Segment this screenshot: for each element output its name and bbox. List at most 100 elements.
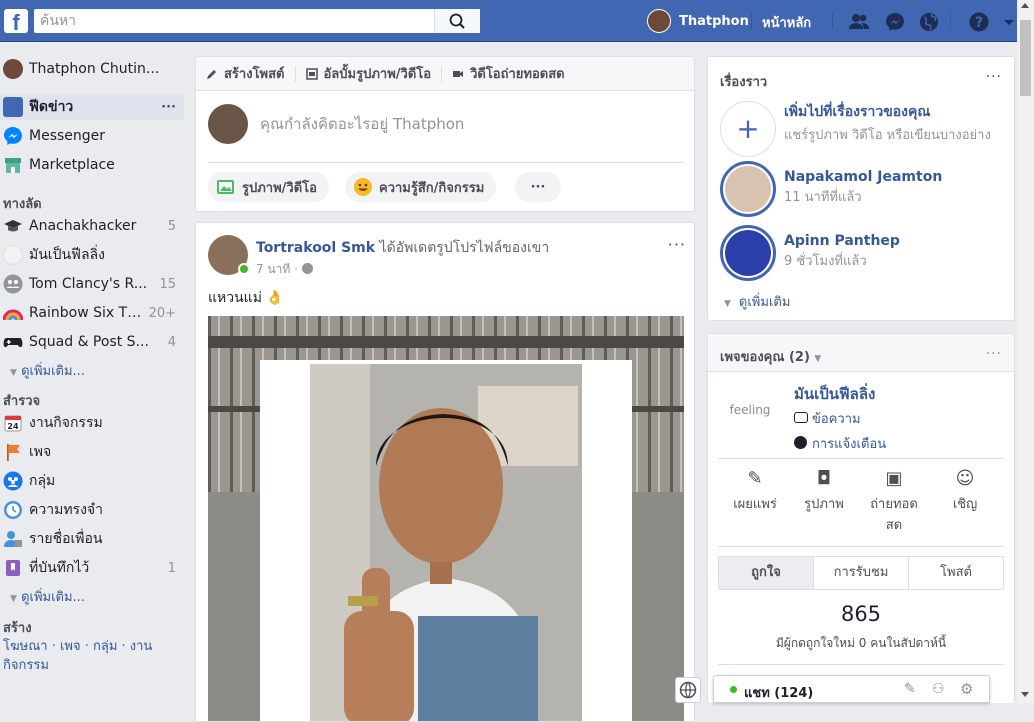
top-navigation-bar: f Thatphon หน้าหลัก ? [0,0,1034,42]
photo-icon [217,180,234,194]
facebook-logo-icon[interactable]: f [4,9,28,33]
sidebar-item-shortcut[interactable]: Tom Clancy's R... 15 [0,271,184,297]
avatar [3,59,23,79]
feeling-activity-button[interactable]: ความรู้สึก/กิจกรรม [345,172,497,202]
sidebar-item-label: มันเป็นฟีลลิ่ง [29,247,105,263]
messenger-icon [4,127,22,145]
sidebar-item-saved[interactable]: ที่บันทึกไว้ 1 [0,555,184,581]
invite-button[interactable]: ☺ เชิญ [930,468,1000,514]
scrollbar-thumb[interactable] [1020,20,1031,96]
tab-photo-album[interactable]: อัลบั้มรูปภาพ/วิดีโอ [296,57,442,91]
publish-button[interactable]: ✎ เผยแพร่ [720,468,790,514]
create-links[interactable]: โฆษณา · เพจ · กลุ่ม · งาน กิจกรรม [3,637,183,675]
account-menu-icon[interactable] [1002,11,1016,33]
composer-input[interactable]: คุณกำลังคิดอะไรอยู่ Thatphon [208,103,684,145]
tab-views[interactable]: การรับชม [813,557,908,589]
see-more-shortcuts-link[interactable]: ▼ ดูเพิ่มเติม... [10,360,85,381]
action-label: เชิญ [952,497,978,512]
chevron-down-icon: ▼ [10,368,17,378]
button-label: ความรู้สึก/กิจกรรม [379,180,485,196]
page-logo[interactable]: feeling [720,386,780,434]
more-dots: ··· [530,179,546,195]
create-links-line[interactable]: โฆษณา · เพจ · กลุ่ม · งาน [3,637,183,656]
home-link[interactable]: หน้าหลัก [762,12,811,33]
group-chat-icon[interactable]: ⚇ [932,681,945,697]
add-story-title: เพิ่มไปที่เรื่องราวของคุณ [784,104,931,120]
plus-icon: + [736,112,760,145]
composer-placeholder[interactable]: คุณกำลังคิดอะไรอยู่ Thatphon [260,112,464,136]
notifications-globe-icon[interactable] [918,11,940,33]
page-logo-icon [3,245,23,265]
explore-heading: สำรวจ [3,394,41,409]
post-photo[interactable] [208,316,684,721]
search-input[interactable] [34,9,434,33]
search-box [34,9,480,33]
tab-live-video[interactable]: วิดีโอถ่ายทอดสด [442,57,575,91]
scroll-up-arrow[interactable] [1021,3,1029,8]
page-name-link[interactable]: มันเป็นฟีลลิ่ง [794,382,875,406]
messenger-icon[interactable] [884,11,906,33]
stories-options-button[interactable]: ··· [986,69,1002,85]
search-button[interactable] [434,9,480,33]
post-timestamp[interactable]: 7 นาที · [256,260,313,279]
live-video-icon: ▣ [885,468,903,489]
page-messages-link[interactable]: ข้อความ [794,408,861,429]
sidebar-item-label: ความทรงจำ [29,502,103,518]
live-button[interactable]: ▣ ถ่ายทอด สด [858,468,930,535]
sidebar-item-marketplace[interactable]: Marketplace [0,152,184,178]
badge-count: 15 [159,276,176,292]
profile-link[interactable]: Thatphon [647,9,749,33]
gear-icon[interactable]: ⚙ [960,680,973,698]
divider [832,13,833,29]
see-more-stories-link[interactable]: ▼ ดูเพิ่มเติม [724,291,790,312]
post-author-link[interactable]: Tortrakool Smk [256,240,375,256]
pages-options-button[interactable]: ··· [986,346,1002,362]
edit-icon: ✎ [747,468,763,489]
post-header: Tortrakool Smk ได้อัพเดตรูปโปรไฟล์ของเขา [256,237,549,259]
tab-likes[interactable]: ถูกใจ [719,557,813,589]
online-status-dot [730,686,737,693]
sidebar-item-messenger[interactable]: Messenger [0,123,184,149]
sidebar-item-shortcut[interactable]: Rainbow Six Th... 20+ [0,300,184,326]
sidebar-item-shortcut[interactable]: มันเป็นฟีลลิ่ง [0,242,184,268]
marketplace-icon [5,158,21,173]
story-item[interactable]: Apinn Panthep 9 ชั่วโมงที่แล้ว [720,225,994,281]
language-button[interactable] [675,677,701,703]
sidebar-item-events[interactable]: 24 งานกิจกรรม [0,410,184,436]
album-icon [305,67,318,80]
sidebar-item-label: รายชื่อเพื่อน [29,531,103,547]
page-scrollbar[interactable] [1017,0,1034,703]
see-more-label: ดูเพิ่มเติม [738,295,791,310]
sidebar-item-shortcut[interactable]: Squad & Post S... 4 [0,329,184,355]
pages-heading[interactable]: เพจของคุณ (2) ▼ [720,346,821,367]
stories-heading: เรื่องราว [720,75,768,90]
sidebar-item-shortcut[interactable]: Anachakhacker 5 [0,213,184,239]
story-item[interactable]: Napakamol Jeamton 11 นาทีที่แล้ว [720,161,994,217]
chat-bar[interactable]: แชท (124) ✎ ⚇ ⚙ [713,675,990,703]
more-options-button[interactable]: ··· [161,100,176,115]
sidebar-item-groups[interactable]: กลุ่ม [0,468,184,494]
more-options-button[interactable]: ··· [515,172,561,202]
help-icon[interactable]: ? [968,11,990,33]
compose-icon[interactable]: ✎ [904,681,916,697]
photo-button[interactable]: ◘ รูปภาพ [789,468,859,514]
avatar [725,230,771,276]
create-links-line[interactable]: กิจกรรม [3,656,183,675]
graduation-cap-icon [4,220,22,232]
sidebar-item-profile[interactable]: Thatphon Chutin... [0,56,184,82]
friend-requests-icon[interactable] [848,11,870,33]
sidebar-item-news-feed[interactable]: ฟีดข่าว ··· [0,94,184,120]
see-more-explore-link[interactable]: ▼ ดูเพิ่มเติม... [10,586,85,607]
feed-post: Tortrakool Smk ได้อัพเดตรูปโปรไฟล์ของเขา… [195,222,695,722]
page-notifications-link[interactable]: การแจ้งเตือน [794,433,886,454]
scroll-down-arrow[interactable] [1021,692,1029,697]
divider [950,13,951,29]
sidebar-item-pages[interactable]: เพจ [0,439,184,465]
tab-posts[interactable]: โพสต์ [908,557,1003,589]
photo-video-button[interactable]: รูปภาพ/วิดีโอ [208,172,329,202]
sidebar-item-memories[interactable]: ความทรงจำ [0,497,184,523]
add-story-button[interactable]: + เพิ่มไปที่เรื่องราวของคุณ แชร์รูปภาพ ว… [720,101,994,157]
post-options-button[interactable]: ··· [668,235,686,254]
sidebar-item-friend-lists[interactable]: รายชื่อเพื่อน [0,526,184,552]
tab-create-post[interactable]: สร้างโพสต์ [196,57,295,91]
